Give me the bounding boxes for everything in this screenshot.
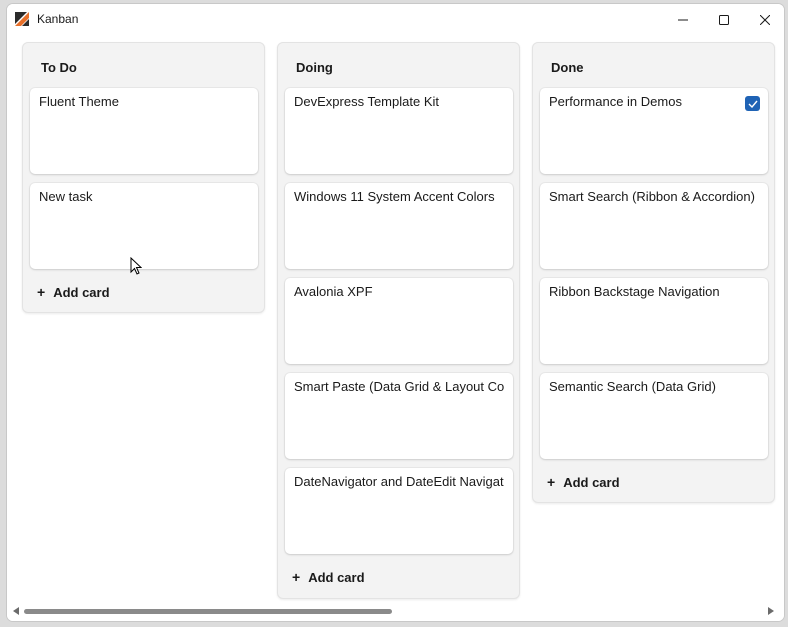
card-title: Avalonia XPF	[294, 284, 373, 299]
card-title: DateNavigator and DateEdit Navigatic	[294, 474, 504, 489]
add-card-label: Add card	[53, 284, 110, 300]
minimize-button[interactable]	[663, 4, 703, 35]
card-title: Performance in Demos	[549, 94, 682, 109]
plus-icon: +	[37, 284, 46, 300]
maximize-icon	[719, 14, 729, 25]
window-title: Kanban	[37, 12, 79, 26]
horizontal-scrollbar[interactable]	[7, 603, 784, 621]
title-bar: Kanban	[7, 4, 784, 35]
task-card[interactable]: Ribbon Backstage Navigation	[540, 278, 768, 364]
card-title: Smart Search (Ribbon & Accordion)	[549, 189, 755, 204]
task-card[interactable]: Smart Paste (Data Grid & Layout Cont	[285, 373, 513, 459]
card-title: Ribbon Backstage Navigation	[549, 284, 720, 299]
task-card[interactable]: DevExpress Template Kit	[285, 88, 513, 174]
scroll-right-arrow-icon[interactable]	[768, 607, 774, 615]
task-card[interactable]: Semantic Search (Data Grid)	[540, 373, 768, 459]
column-done: Done Performance in Demos Smart Search (…	[532, 42, 775, 503]
add-card-button[interactable]: + Add card	[37, 284, 110, 300]
add-card-label: Add card	[308, 569, 365, 585]
plus-icon: +	[292, 569, 301, 585]
column-header: To Do	[41, 60, 77, 75]
card-title: DevExpress Template Kit	[294, 94, 439, 109]
plus-icon: +	[547, 474, 556, 490]
add-card-button[interactable]: + Add card	[547, 474, 620, 490]
scrollbar-thumb[interactable]	[24, 609, 392, 614]
add-card-button[interactable]: + Add card	[292, 569, 365, 585]
mouse-cursor-icon	[130, 257, 142, 275]
column-doing: Doing DevExpress Template Kit Windows 11…	[277, 42, 520, 599]
add-card-label: Add card	[563, 474, 620, 490]
task-card[interactable]: Fluent Theme	[30, 88, 258, 174]
kanban-board: To Do Fluent Theme New task + Add card D…	[7, 35, 784, 603]
task-card[interactable]: Performance in Demos	[540, 88, 768, 174]
task-card[interactable]: DateNavigator and DateEdit Navigatic	[285, 468, 513, 554]
task-card[interactable]: Avalonia XPF	[285, 278, 513, 364]
scroll-left-arrow-icon[interactable]	[13, 607, 19, 615]
maximize-button[interactable]	[704, 4, 744, 35]
task-card[interactable]: New task	[30, 183, 258, 269]
done-checkbox[interactable]	[745, 96, 760, 111]
app-window: Kanban To Do Fluent Theme New task + Add…	[6, 3, 785, 622]
card-title: Fluent Theme	[39, 94, 119, 109]
card-title: New task	[39, 189, 93, 204]
card-title: Semantic Search (Data Grid)	[549, 379, 716, 394]
close-icon	[760, 14, 770, 25]
close-button[interactable]	[745, 4, 784, 35]
minimize-icon	[678, 19, 688, 20]
task-card[interactable]: Smart Search (Ribbon & Accordion)	[540, 183, 768, 269]
column-todo: To Do Fluent Theme New task + Add card	[22, 42, 265, 313]
column-header: Done	[551, 60, 584, 75]
card-title: Smart Paste (Data Grid & Layout Cont	[294, 379, 504, 394]
check-icon	[748, 100, 758, 108]
card-title: Windows 11 System Accent Colors	[294, 189, 495, 204]
column-header: Doing	[296, 60, 333, 75]
app-logo-icon	[15, 12, 29, 26]
task-card[interactable]: Windows 11 System Accent Colors	[285, 183, 513, 269]
